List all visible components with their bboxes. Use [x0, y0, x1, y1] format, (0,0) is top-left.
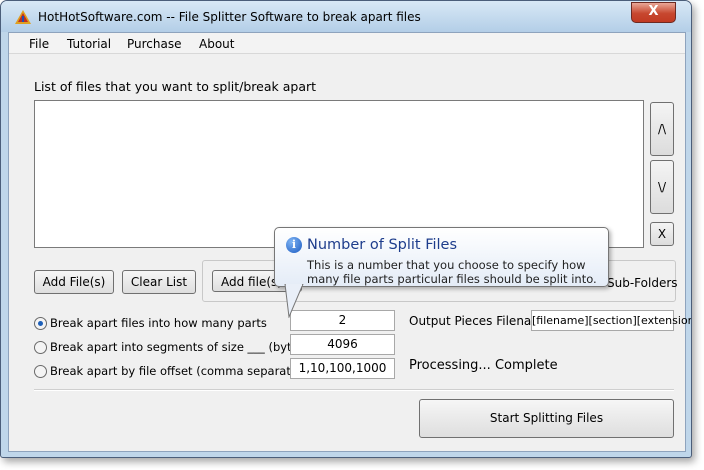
move-up-button[interactable]: /\ — [650, 102, 674, 156]
file-list-label: List of files that you want to split/bre… — [34, 79, 317, 94]
info-icon: i — [286, 237, 302, 253]
window-title: HotHotSoftware.com -- File Splitter Soft… — [38, 10, 421, 24]
clear-list-button[interactable]: Clear List — [122, 270, 196, 294]
divider — [34, 389, 674, 391]
move-down-button[interactable]: \/ — [650, 160, 674, 214]
option-parts-label: Break apart files into how many parts — [50, 316, 267, 330]
menu-about[interactable]: About — [199, 37, 234, 51]
menu-bar: File Tutorial Purchase About — [9, 33, 685, 54]
menu-tutorial[interactable]: Tutorial — [67, 37, 111, 51]
tooltip-body: This is a number that you choose to spec… — [307, 258, 597, 286]
app-icon — [15, 10, 31, 24]
offset-input[interactable]: 1,10,100,1000 — [290, 358, 395, 379]
radio-offset[interactable] — [34, 365, 47, 378]
output-filename-input[interactable]: [filename][section][extension] — [531, 310, 691, 331]
menu-file[interactable]: File — [29, 37, 49, 51]
tooltip-tail — [284, 284, 304, 318]
add-files-button[interactable]: Add File(s) — [34, 270, 114, 294]
close-button[interactable]: X — [631, 2, 676, 23]
tooltip-title: Number of Split Files — [307, 237, 458, 253]
start-splitting-button[interactable]: Start Splitting Files — [419, 399, 674, 438]
option-offset-label: Break apart by file offset (comma separa… — [50, 364, 310, 378]
include-subfolders-label[interactable]: Sub-Folders — [607, 276, 678, 290]
radio-size[interactable] — [34, 341, 47, 354]
file-list[interactable] — [34, 100, 644, 248]
radio-parts[interactable] — [34, 317, 47, 330]
menu-purchase[interactable]: Purchase — [127, 37, 182, 51]
remove-icon: X — [657, 227, 667, 241]
size-input[interactable]: 4096 — [290, 334, 395, 355]
close-icon: X — [648, 4, 659, 19]
down-arrow-icon: \/ — [657, 180, 667, 194]
output-filename-label: Output Pieces Filename — [409, 314, 551, 328]
title-bar: HotHotSoftware.com -- File Splitter Soft… — [1, 1, 691, 32]
option-size-label: Break apart into segments of size ___ (b… — [50, 340, 310, 354]
status-text: Processing... Complete — [409, 358, 558, 373]
up-arrow-icon: /\ — [657, 122, 667, 136]
tooltip-balloon: i Number of Split Files This is a number… — [274, 227, 609, 287]
remove-file-button[interactable]: X — [650, 222, 674, 246]
